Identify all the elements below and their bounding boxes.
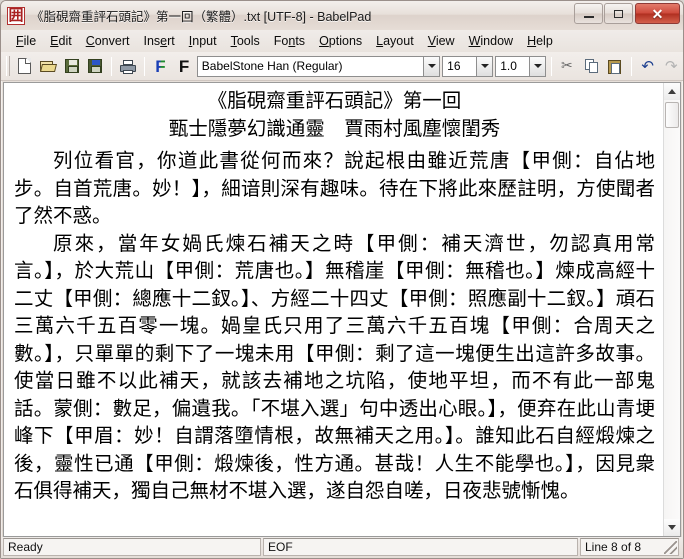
status-line-text: Line 8 of 8 — [585, 540, 641, 554]
cut-button[interactable]: ✂ — [556, 55, 580, 78]
babelpad-icon-glyph: 囲 — [8, 7, 24, 24]
status-line-info: Line 8 of 8 — [580, 538, 679, 556]
toolbar-separator — [551, 57, 552, 76]
printer-icon — [120, 60, 136, 73]
font-name-value: BabelStone Han (Regular) — [198, 57, 423, 76]
chevron-up-icon — [668, 89, 676, 94]
minimize-icon — [584, 16, 594, 18]
application-window: 囲 《脂硯齋重評石頭記》第一回（繁體）.txt [UTF-8] - BabelP… — [0, 0, 684, 559]
toolbar: F F BabelStone Han (Regular) 16 1.0 ✂ — [1, 52, 683, 81]
redo-button[interactable]: ↷ — [659, 55, 683, 78]
maximize-icon — [614, 10, 623, 18]
text-editor[interactable]: 《脂硯齋重評石頭記》第一回 甄士隱夢幻識通靈 賈雨村風塵懷閨秀 列位看官，你道此… — [4, 83, 663, 536]
chevron-down-icon — [668, 525, 676, 530]
scroll-down-button[interactable] — [664, 519, 680, 536]
new-file-button[interactable] — [13, 55, 37, 78]
menu-bar: FileEditConvertInsertInputToolsFontsOpti… — [1, 30, 683, 52]
chevron-down-icon[interactable] — [423, 57, 439, 76]
open-file-button[interactable] — [37, 55, 61, 78]
font-color-f-icon: F — [155, 58, 165, 75]
resize-grip-icon[interactable] — [664, 541, 677, 554]
toolbar-separator — [111, 57, 112, 76]
open-folder-icon — [40, 60, 56, 72]
menu-item-tools[interactable]: Tools — [224, 33, 267, 49]
menu-item-file[interactable]: File — [9, 33, 43, 49]
redo-arrow-icon: ↷ — [665, 59, 678, 74]
line-spacing-combo[interactable]: 1.0 — [495, 56, 546, 77]
menu-item-view[interactable]: View — [421, 33, 462, 49]
menu-item-insert[interactable]: Insert — [136, 33, 181, 49]
document-title-line-1: 《脂硯齋重評石頭記》第一回 — [14, 87, 655, 115]
document-title-line-2: 甄士隱夢幻識通靈 賈雨村風塵懷閨秀 — [14, 115, 655, 143]
title-bar: 囲 《脂硯齋重評石頭記》第一回（繁體）.txt [UTF-8] - BabelP… — [1, 1, 683, 30]
menu-item-input[interactable]: Input — [182, 33, 224, 49]
document-paragraph-2: 原來，當年女媧氏煉石補天之時【甲側：補天濟世，勿認真用常言。】，於大荒山【甲側：… — [14, 230, 655, 505]
minimize-button[interactable] — [574, 3, 603, 24]
babelpad-icon: 囲 — [7, 7, 25, 25]
save-as-floppy-icon — [88, 59, 102, 73]
font-size-value: 16 — [443, 57, 476, 76]
scrollbar-track[interactable] — [664, 100, 680, 519]
status-state: Ready — [3, 538, 261, 556]
editor-area: 《脂硯齋重評石頭記》第一回 甄士隱夢幻識通靈 賈雨村風塵懷閨秀 列位看官，你道此… — [3, 82, 681, 537]
menu-item-convert[interactable]: Convert — [79, 33, 137, 49]
status-position: EOF — [263, 538, 578, 556]
save-as-button[interactable] — [84, 55, 108, 78]
menu-item-fonts[interactable]: Fonts — [267, 33, 312, 49]
window-title: 《脂硯齋重評石頭記》第一回（繁體）.txt [UTF-8] - BabelPad — [31, 6, 371, 25]
font-plain-f-icon: F — [179, 58, 189, 75]
close-button[interactable]: ✕ — [635, 3, 680, 24]
toolbar-grip[interactable] — [6, 56, 10, 76]
paste-button[interactable] — [603, 55, 627, 78]
print-button[interactable] — [116, 55, 140, 78]
copy-icon — [585, 59, 599, 73]
clipboard-paste-icon — [608, 59, 622, 74]
menu-item-edit[interactable]: Edit — [43, 33, 79, 49]
undo-arrow-icon: ↶ — [641, 59, 654, 74]
document-paragraph-1: 列位看官，你道此書從何而來？說起根由雖近荒唐【甲側：自佔地步。自首荒唐。妙！】，… — [14, 147, 655, 230]
close-icon: ✕ — [652, 7, 664, 21]
chevron-down-icon[interactable] — [476, 57, 492, 76]
status-bar: Ready EOF Line 8 of 8 — [1, 537, 683, 558]
line-spacing-value: 1.0 — [496, 57, 529, 76]
vertical-scrollbar[interactable] — [663, 83, 680, 536]
scissors-icon: ✂ — [561, 59, 575, 74]
font-color-button[interactable]: F — [149, 55, 173, 78]
menu-item-options[interactable]: Options — [312, 33, 369, 49]
scroll-up-button[interactable] — [664, 83, 680, 100]
maximize-button[interactable] — [604, 3, 633, 24]
new-document-icon — [18, 58, 31, 74]
save-file-button[interactable] — [60, 55, 84, 78]
undo-button[interactable]: ↶ — [636, 55, 660, 78]
font-name-combo[interactable]: BabelStone Han (Regular) — [197, 56, 440, 77]
menu-item-window[interactable]: Window — [462, 33, 520, 49]
chevron-down-icon[interactable] — [529, 57, 545, 76]
font-plain-button[interactable]: F — [172, 55, 196, 78]
window-buttons: ✕ — [573, 3, 680, 24]
copy-button[interactable] — [580, 55, 604, 78]
menu-item-help[interactable]: Help — [520, 33, 560, 49]
toolbar-separator — [631, 57, 632, 76]
menu-item-layout[interactable]: Layout — [369, 33, 421, 49]
scrollbar-thumb[interactable] — [665, 102, 679, 128]
save-floppy-icon — [65, 59, 79, 73]
toolbar-separator — [144, 57, 145, 76]
font-size-combo[interactable]: 16 — [442, 56, 493, 77]
